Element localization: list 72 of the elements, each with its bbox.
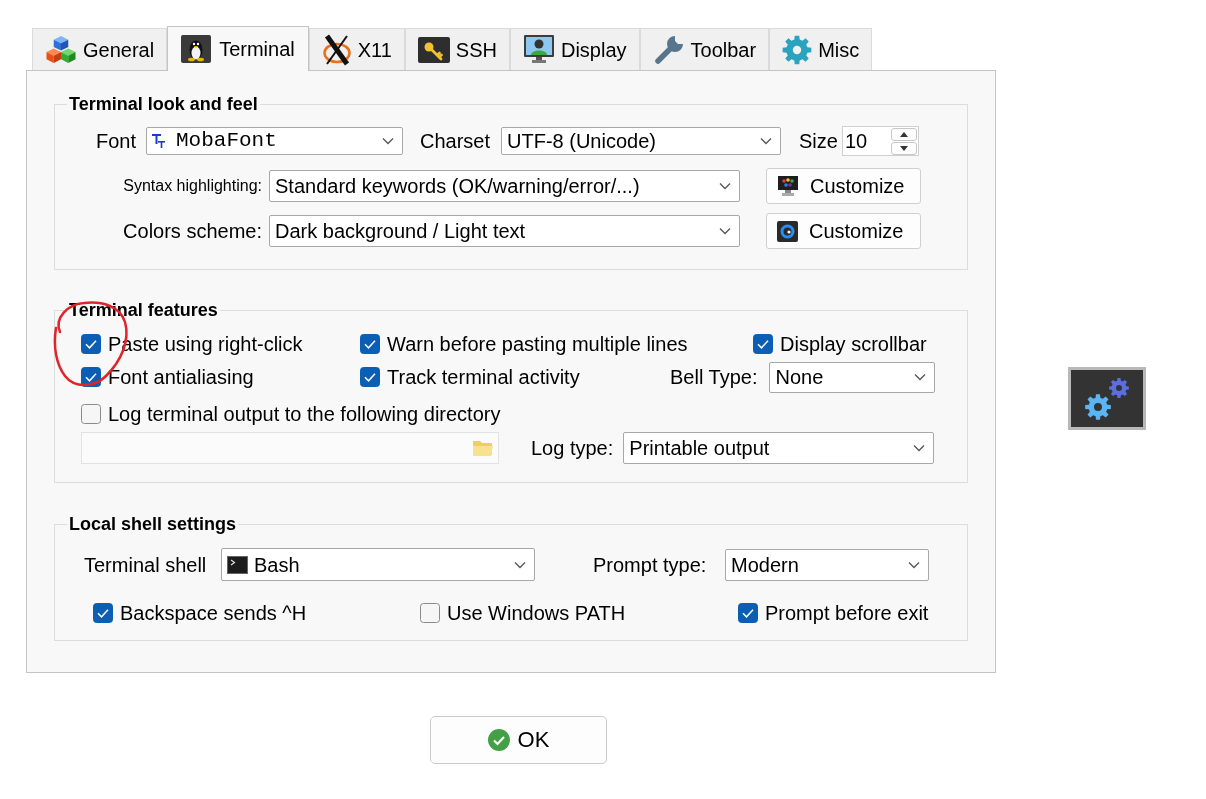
terminal-shell-dropdown[interactable]: Bash — [221, 548, 535, 581]
chevron-down-icon — [382, 137, 394, 145]
checkbox[interactable] — [81, 334, 101, 354]
customize-button[interactable]: Customize — [766, 213, 921, 249]
chevron-down-icon — [719, 182, 731, 190]
checkbox-label: Log terminal output to the following directory — [108, 402, 501, 426]
spin-up-button[interactable] — [890, 127, 917, 141]
font-dropdown[interactable]: MobaFont — [146, 127, 403, 155]
wrench-icon — [652, 33, 685, 66]
checkbox-label: Track terminal activity — [387, 365, 580, 389]
group-title: Local shell settings — [68, 513, 238, 535]
tab[interactable]: SSH — [404, 28, 510, 70]
checkbox-label: Prompt before exit — [765, 601, 929, 625]
palette-monitor-icon — [777, 176, 799, 196]
gear-icon — [782, 34, 813, 65]
directory-field[interactable] — [81, 432, 499, 464]
field-label: Size — [799, 129, 838, 153]
chevron-down-icon — [914, 373, 927, 381]
bell-type-dropdown[interactable]: None — [769, 361, 936, 393]
checkbox[interactable] — [420, 603, 440, 623]
field-label: Bell Type: — [670, 365, 758, 389]
font-icon — [152, 134, 166, 148]
chevron-down-icon — [913, 444, 926, 452]
tab[interactable]: General — [32, 28, 168, 70]
customize-button[interactable]: Customize — [766, 168, 921, 204]
checkbox-label: Backspace sends ^H — [120, 601, 307, 625]
tab[interactable]: Terminal — [167, 26, 309, 71]
checkbox[interactable] — [360, 334, 380, 354]
ok-button[interactable]: OK — [430, 716, 607, 764]
checkbox[interactable] — [738, 603, 758, 623]
tab[interactable]: Toolbar — [639, 28, 770, 70]
cubes-icon — [45, 35, 77, 64]
checkbox[interactable] — [81, 404, 101, 424]
syntax-dropdown[interactable]: Standard keywords (OK/warning/error/...) — [269, 170, 740, 202]
checkbox-label: Use Windows PATH — [447, 601, 626, 625]
x-mark-icon — [321, 33, 352, 66]
ring-icon — [777, 220, 798, 242]
terminal-icon — [227, 555, 248, 574]
field-label: Colors scheme: — [122, 219, 262, 243]
field-label: Font — [94, 129, 136, 153]
key-icon — [417, 36, 450, 63]
checkbox-label: Warn before pasting multiple lines — [387, 332, 688, 356]
checkbox[interactable] — [93, 603, 113, 623]
monitor-person-icon — [522, 34, 555, 65]
checkbox[interactable] — [360, 367, 380, 387]
field-label: Prompt type: — [593, 552, 708, 577]
field-label: Terminal shell — [84, 552, 208, 577]
chevron-down-icon — [908, 560, 920, 569]
check-circle-icon — [487, 729, 510, 751]
penguin-icon — [181, 35, 212, 63]
charset-dropdown[interactable]: UTF-8 (Unicode) — [501, 127, 782, 155]
size-spinbox[interactable]: 10 — [841, 126, 919, 156]
chevron-down-icon — [760, 137, 773, 145]
checkbox-label: Display scrollbar — [780, 332, 927, 356]
color-scheme-dropdown[interactable]: Dark background / Light text — [269, 215, 740, 247]
log-type-dropdown[interactable]: Printable output — [623, 432, 935, 464]
checkbox[interactable] — [753, 334, 773, 354]
field-label: Charset — [420, 129, 491, 153]
gears-icon[interactable] — [1068, 367, 1146, 430]
field-label: Log type: — [531, 436, 614, 460]
caret-down-icon — [899, 145, 908, 151]
group-title: Terminal look and feel — [68, 93, 259, 115]
prompt-type-dropdown[interactable]: Modern — [725, 548, 929, 581]
caret-up-icon — [899, 131, 908, 137]
spin-down-button[interactable] — [890, 141, 917, 155]
tab[interactable]: X11 — [308, 28, 405, 70]
tab[interactable]: Display — [509, 28, 640, 70]
checkbox-label: Font antialiasing — [108, 365, 254, 389]
tab[interactable]: Misc — [769, 28, 873, 70]
chevron-down-icon — [719, 227, 731, 235]
chevron-down-icon — [514, 560, 526, 569]
field-label: Syntax highlighting: — [122, 176, 262, 196]
